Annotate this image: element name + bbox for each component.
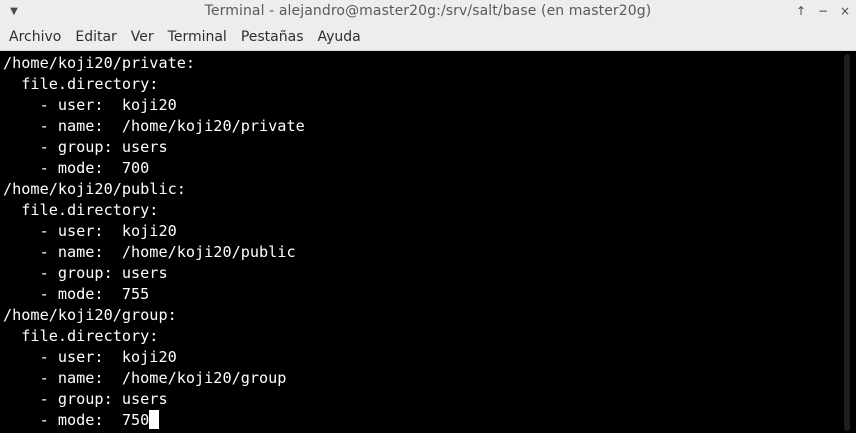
menu-ayuda[interactable]: Ayuda (311, 25, 368, 49)
arrow-up-icon: ↑ (795, 4, 807, 18)
terminal-line: - user: koji20 (3, 96, 177, 114)
terminal-line: - mode: 755 (3, 285, 150, 303)
terminal-line: - name: /home/koji20/group (3, 369, 287, 387)
terminal-line: - name: /home/koji20/public (3, 243, 296, 261)
text-cursor (149, 410, 160, 429)
terminal-line: - user: koji20 (3, 348, 177, 366)
terminal-line: file.directory: (3, 201, 159, 219)
maximize-button[interactable]: − (816, 2, 830, 20)
terminal-line: - group: users (3, 138, 168, 156)
menu-editar[interactable]: Editar (68, 25, 123, 49)
menu-ver[interactable]: Ver (124, 25, 161, 49)
menu-terminal[interactable]: Terminal (161, 25, 234, 49)
close-button[interactable]: × (838, 2, 852, 20)
terminal-line: - name: /home/koji20/private (3, 117, 305, 135)
menu-archivo[interactable]: Archivo (2, 25, 68, 49)
terminal-line: - mode: 700 (3, 159, 150, 177)
minus-icon: − (817, 4, 829, 18)
close-icon: × (839, 4, 851, 18)
terminal-line: file.directory: (3, 75, 159, 93)
window-controls: ↑ − × (794, 2, 852, 20)
terminal-scrollbar[interactable] (838, 52, 856, 433)
minimize-button[interactable]: ↑ (794, 2, 808, 20)
terminal-line: - group: users (3, 264, 168, 282)
terminal-line: /home/koji20/public: (3, 180, 186, 198)
title-bar[interactable]: ▼ Terminal - alejandro@master20g:/srv/sa… (0, 0, 856, 24)
terminal-line: - user: koji20 (3, 222, 177, 240)
menu-bar: Archivo Editar Ver Terminal Pestañas Ayu… (0, 24, 856, 51)
terminal-window: ▼ Terminal - alejandro@master20g:/srv/sa… (0, 0, 856, 433)
menu-pestanas[interactable]: Pestañas (234, 25, 311, 49)
scrollbar-thumb[interactable] (844, 54, 850, 431)
terminal-line: - mode: 750 (3, 410, 838, 431)
terminal-line: /home/koji20/group: (3, 306, 177, 324)
terminal-line: file.directory: (3, 327, 159, 345)
window-title: Terminal - alejandro@master20g:/srv/salt… (204, 3, 652, 19)
terminal-line: /home/koji20/private: (3, 54, 196, 72)
terminal-output[interactable]: /home/koji20/private: file.directory: - … (0, 52, 838, 433)
terminal-line: - group: users (3, 390, 168, 408)
